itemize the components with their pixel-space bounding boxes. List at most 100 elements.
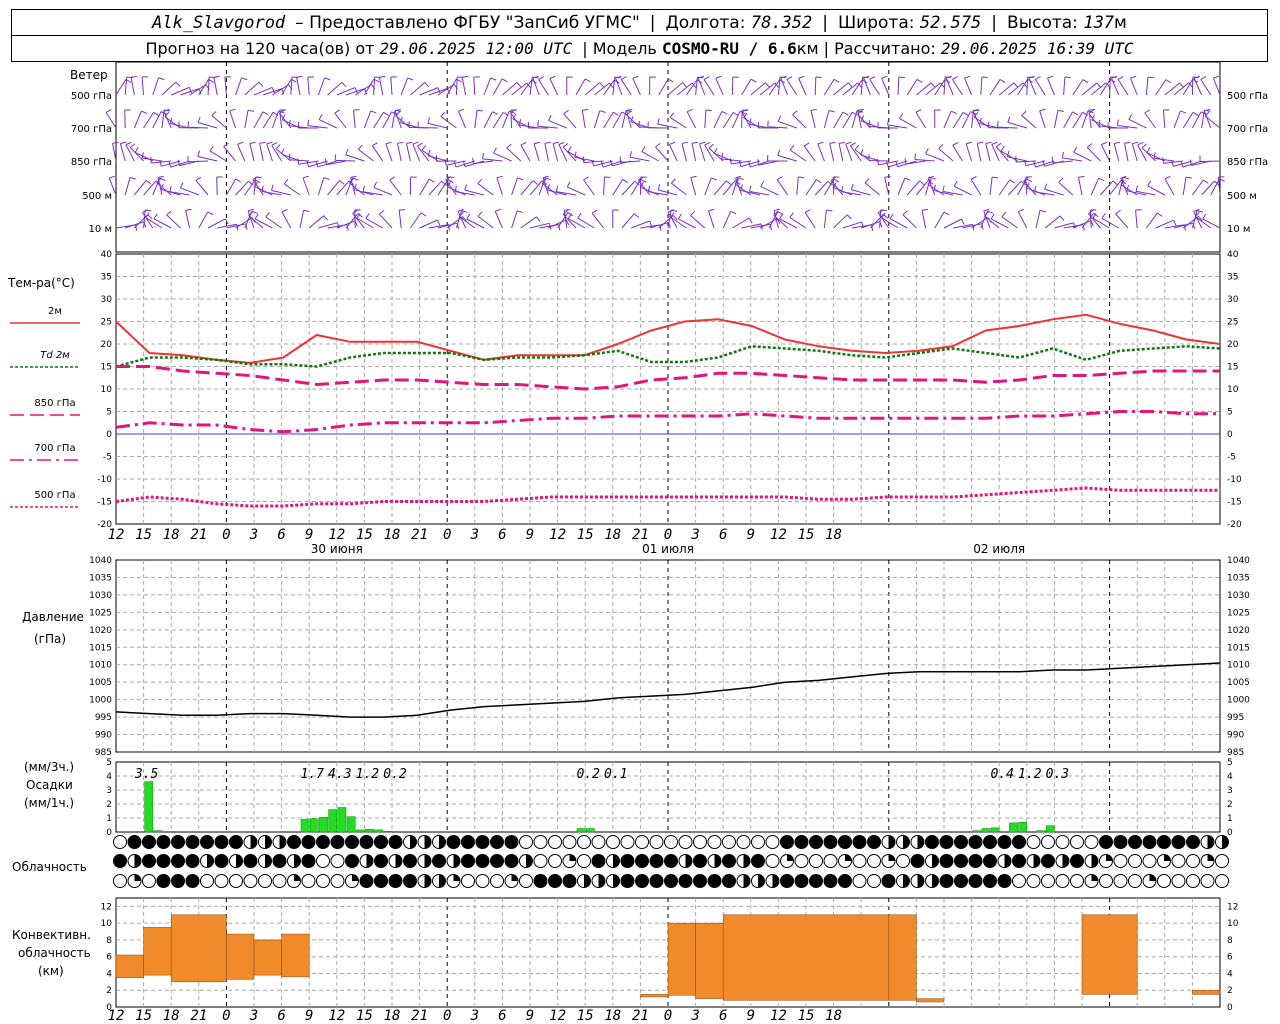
wind-barb <box>390 76 393 96</box>
wind-barb <box>860 154 880 162</box>
wind-barb-feather <box>833 178 840 183</box>
cloud-symbol-half <box>265 835 272 849</box>
cloud-symbol <box>200 874 214 888</box>
wind-barb <box>881 217 899 229</box>
wind-barb <box>549 78 559 96</box>
wind-barb-feather <box>166 210 172 216</box>
wind-barb <box>153 218 172 229</box>
wind-barb <box>225 178 237 196</box>
cloud-symbol <box>867 854 881 868</box>
pres-ytick-left: 985 <box>95 748 112 758</box>
pres-ytick-left: 1025 <box>89 608 112 618</box>
cloud-symbol <box>722 835 736 849</box>
cloud-symbol <box>1012 874 1026 888</box>
precip-bar <box>346 816 356 833</box>
wind-barb <box>731 177 739 196</box>
wind-barb <box>1145 77 1149 96</box>
prec-ytick-left: 4 <box>106 772 112 782</box>
wind-barb <box>552 143 559 162</box>
cloud-symbol-half <box>453 854 461 868</box>
wind-barb-feather <box>1192 111 1199 116</box>
wind-barb-feather <box>235 178 242 183</box>
hour-label-bottom: 0 <box>664 1008 672 1024</box>
wind-barb-feather <box>437 219 441 226</box>
temp-legend-label: Td 2м <box>40 350 70 361</box>
wind-barb-feather <box>566 181 571 188</box>
wind-barb-feather <box>992 176 999 179</box>
wind-barb-feather <box>420 212 427 217</box>
cloud-symbol-fill <box>838 874 852 888</box>
wind-barb <box>511 210 518 229</box>
wind-barb <box>823 110 830 129</box>
wind-barb <box>130 77 135 96</box>
wind-barb <box>529 77 533 96</box>
hour-label-mid: 15 <box>135 527 152 543</box>
cloud-symbol-quarter <box>569 854 576 861</box>
conv-bar <box>640 994 669 998</box>
wind-barb-feather <box>1164 175 1171 180</box>
wind-barb <box>1099 79 1111 96</box>
wind-barb-feather <box>1196 210 1204 213</box>
wind-barb-feather <box>970 176 977 180</box>
wind-barb <box>989 177 993 196</box>
cloud-symbol <box>229 874 243 888</box>
cloud-symbol <box>490 874 504 888</box>
temp-ytick-left: 10 <box>101 385 113 395</box>
wind-barb <box>943 111 952 129</box>
wind-barb <box>1212 77 1221 96</box>
wind-barb-feather <box>704 141 711 146</box>
wind-barb <box>447 186 466 196</box>
cloud-symbol-half <box>598 874 605 888</box>
wind-barb <box>141 77 145 96</box>
wind-barb <box>400 77 409 96</box>
hour-label-bottom: 9 <box>305 1008 313 1024</box>
cloud-symbol-fill <box>374 835 388 849</box>
wind-barb-feather <box>259 141 266 144</box>
cloud-symbol <box>461 874 475 888</box>
wind-barb <box>354 84 372 96</box>
wind-barb-feather <box>517 177 524 181</box>
cloud-symbol-half <box>714 854 721 868</box>
cloud-symbol-quarter <box>134 874 141 881</box>
wind-barb-feather <box>397 141 404 144</box>
cloud-symbol <box>1041 874 1055 888</box>
wind-barb <box>1113 143 1120 162</box>
wind-barb <box>317 77 326 96</box>
cloud-symbol <box>113 835 127 849</box>
cloud-symbol-fill <box>838 835 852 849</box>
cloud-symbol-half <box>207 854 214 868</box>
wind-barb-feather <box>804 209 811 213</box>
cloud-symbol-fill <box>650 854 663 868</box>
wind-barb <box>925 153 945 162</box>
wind-barb-feather <box>889 213 894 219</box>
wind-barb-feather <box>211 111 217 117</box>
hour-label-bottom: 6 <box>498 1008 506 1024</box>
hour-label-mid: 12 <box>770 527 787 543</box>
wind-barb <box>1039 110 1046 129</box>
wind-barb-feather <box>884 175 891 178</box>
temp-legend-label: 850 гПа <box>34 398 75 409</box>
wind-barb <box>152 77 159 96</box>
wind-barb <box>281 211 292 229</box>
wind-barb <box>412 143 421 162</box>
wind-barb-feather <box>708 143 714 149</box>
wind-barb-feather <box>109 175 116 179</box>
hour-label-bottom: 18 <box>604 1008 621 1024</box>
wind-barb-feather <box>303 209 310 213</box>
wind-barb-feather <box>881 75 888 79</box>
wind-barb <box>786 79 798 96</box>
temp-ytick-right: 15 <box>1227 363 1238 373</box>
wind-barb <box>1199 160 1221 163</box>
wind-barb <box>934 79 946 96</box>
wind-barb <box>1204 115 1221 129</box>
wind-barb-feather <box>1165 79 1172 84</box>
cloud-symbol-half <box>1004 854 1012 868</box>
wind-barb <box>980 76 983 96</box>
wind-barb-feather <box>798 75 805 79</box>
hour-label-mid: 9 <box>526 527 534 543</box>
cloud-symbol-half <box>424 874 431 888</box>
wind-barb <box>603 111 614 129</box>
wind-barb-feather <box>407 77 414 81</box>
wind-barb-feather <box>318 114 323 120</box>
temp-ytick-left: 0 <box>106 430 112 440</box>
